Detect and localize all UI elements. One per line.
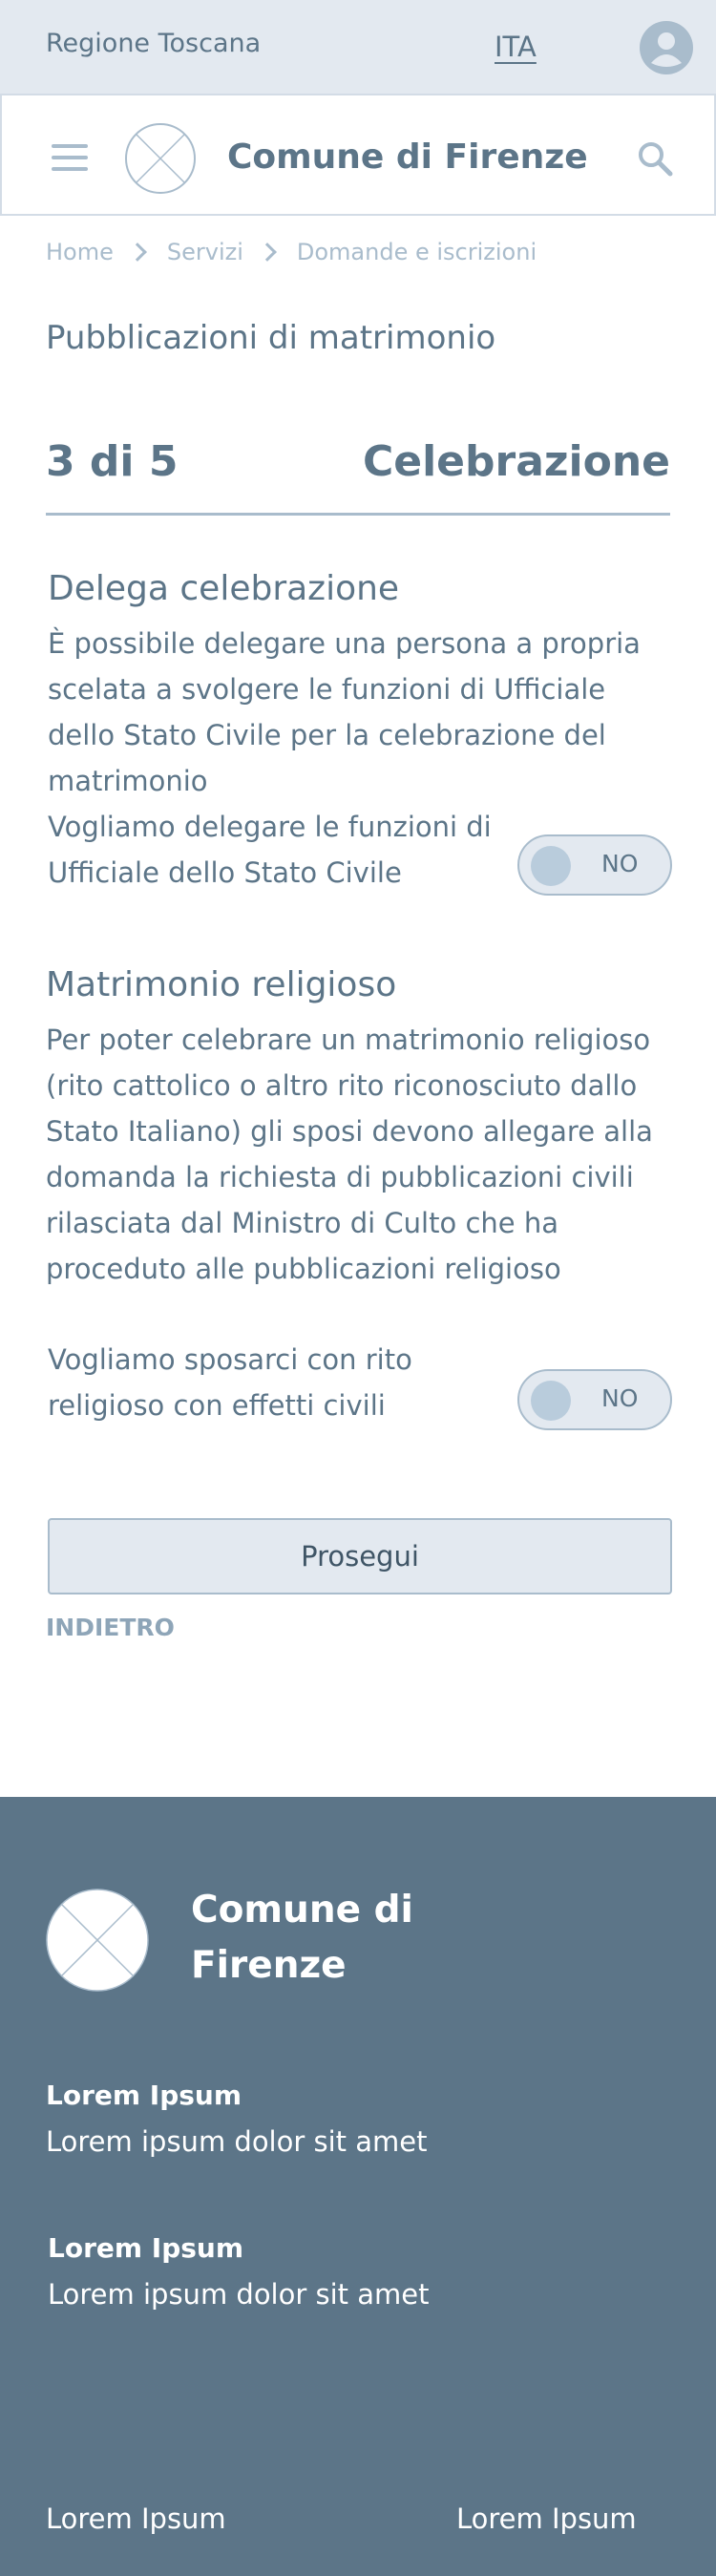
breadcrumb-services[interactable]: Servizi xyxy=(167,239,243,265)
footer-heading: Lorem Ipsum xyxy=(48,2232,244,2264)
back-link[interactable]: INDIETRO xyxy=(46,1614,175,1641)
page-title: Pubblicazioni di matrimonio xyxy=(46,319,496,357)
continue-button[interactable]: Prosegui xyxy=(48,1518,672,1594)
toggle-knob xyxy=(531,1381,571,1421)
toggle-label: NO xyxy=(601,850,639,877)
region-link[interactable]: Regione Toscana xyxy=(46,29,261,58)
user-icon[interactable] xyxy=(640,21,693,74)
section-title-delega: Delega celebrazione xyxy=(48,569,400,608)
toggle-label: NO xyxy=(601,1384,639,1412)
footer-text: Lorem ipsum dolor sit amet xyxy=(48,2278,430,2311)
top-bar: Regione Toscana ITA xyxy=(0,0,716,94)
toggle-knob xyxy=(531,846,571,886)
menu-icon[interactable] xyxy=(52,144,88,171)
breadcrumb-home[interactable]: Home xyxy=(46,239,114,265)
footer-site-title[interactable]: Comune di Firenze xyxy=(191,1883,477,1994)
footer: Comune di Firenze Lorem Ipsum Lorem ipsu… xyxy=(0,1797,716,2576)
section-title-religioso: Matrimonio religioso xyxy=(46,965,397,1004)
footer-link[interactable]: Lorem Ipsum xyxy=(46,2502,226,2535)
chevron-right-icon xyxy=(257,243,277,262)
step-counter: 3 di 5 xyxy=(46,437,179,486)
question-delega-label: Vogliamo delegare le funzioni di Ufficia… xyxy=(48,811,492,889)
footer-link[interactable]: Lorem Ipsum xyxy=(456,2502,637,2535)
site-title[interactable]: Comune di Firenze xyxy=(227,137,588,177)
search-icon[interactable] xyxy=(636,139,674,178)
site-header: Comune di Firenze xyxy=(0,94,716,216)
breadcrumb-current[interactable]: Domande e iscrizioni xyxy=(297,239,537,265)
section-text-religioso: Per poter celebrare un matrimonio religi… xyxy=(46,1024,653,1285)
toggle-religioso[interactable]: NO xyxy=(517,1369,672,1430)
stepper-divider xyxy=(46,513,670,516)
breadcrumb: Home Servizi Domande e iscrizioni xyxy=(46,239,537,265)
footer-heading: Lorem Ipsum xyxy=(46,2080,242,2111)
question-religioso-label: Vogliamo sposarci con rito religioso con… xyxy=(48,1343,412,1422)
footer-logo-placeholder-icon[interactable] xyxy=(46,1889,149,1992)
language-selector[interactable]: ITA xyxy=(495,31,537,63)
logo-placeholder-icon[interactable] xyxy=(124,122,197,195)
toggle-delega[interactable]: NO xyxy=(517,834,672,896)
step-name: Celebrazione xyxy=(362,437,670,486)
chevron-right-icon xyxy=(127,243,147,262)
footer-text: Lorem ipsum dolor sit amet xyxy=(46,2125,428,2158)
section-text-delega: È possibile delegare una persona a propr… xyxy=(48,627,641,797)
